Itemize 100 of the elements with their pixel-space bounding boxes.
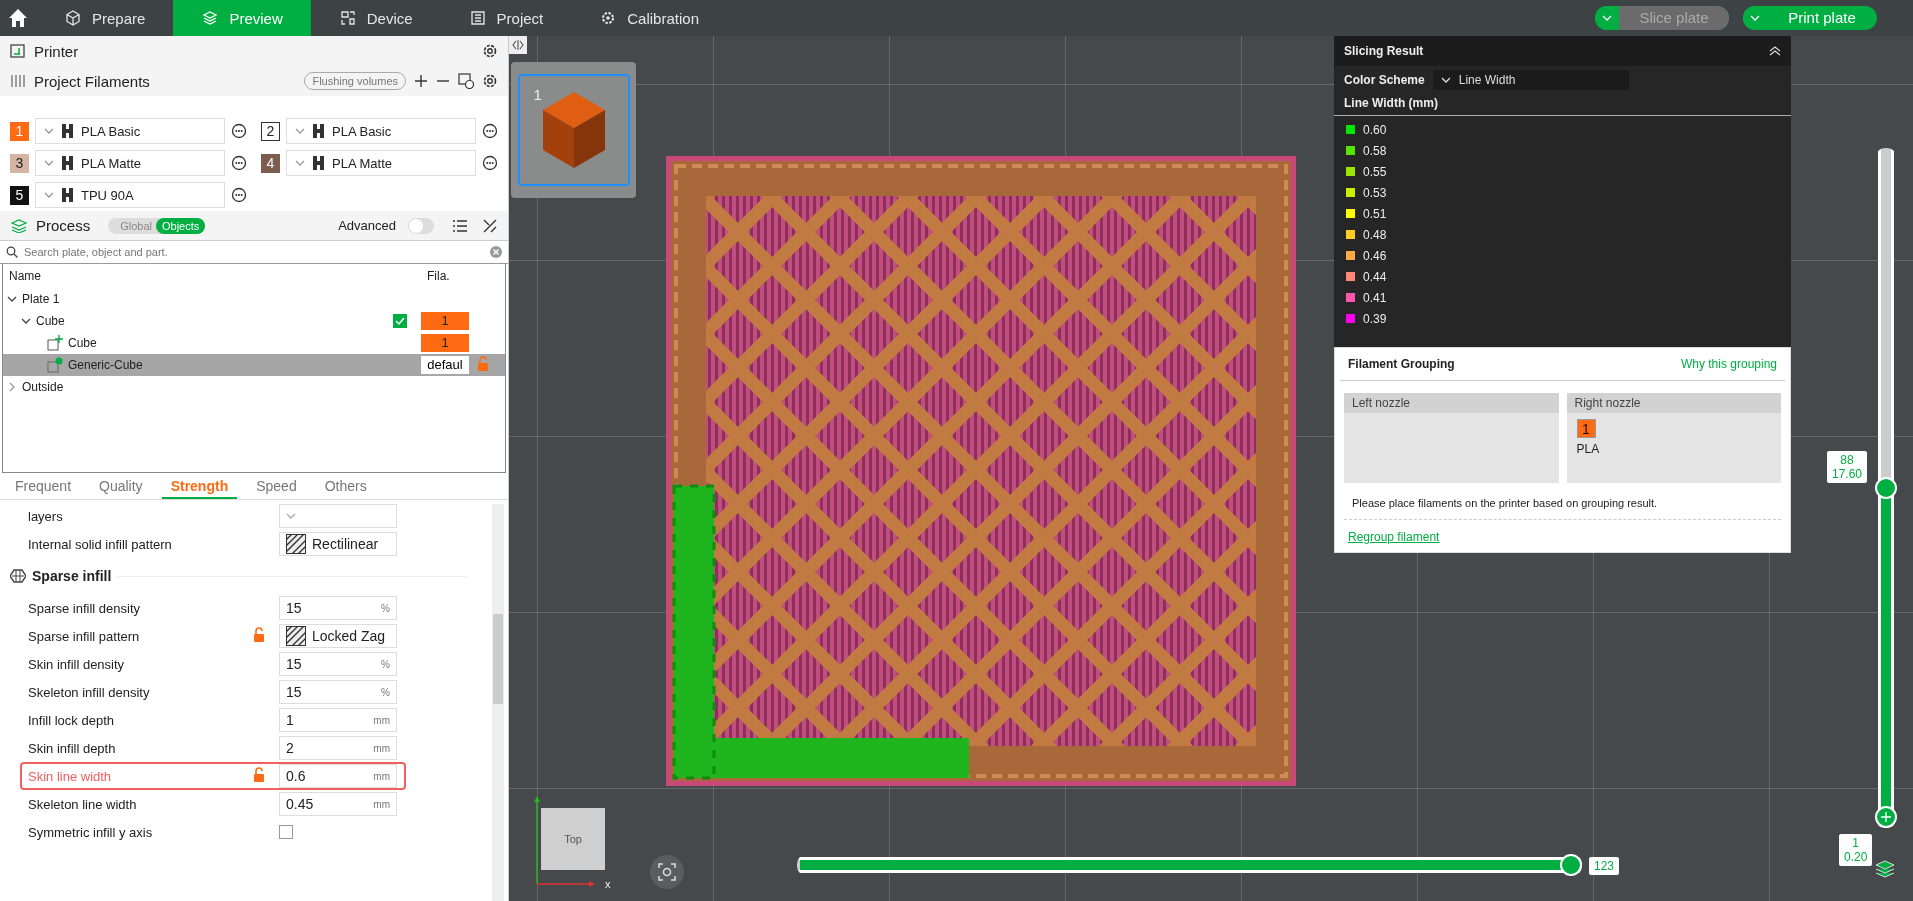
settings-tab[interactable]: Quality [90, 478, 152, 499]
scrollbar[interactable] [492, 504, 504, 901]
search-field[interactable]: Search plate, object and part. [22, 245, 486, 259]
caret-icon [44, 126, 54, 136]
legend-title: Line Width (mm) [1334, 94, 1791, 116]
more-icon[interactable] [231, 155, 247, 171]
filament-number[interactable]: 3 [10, 153, 29, 173]
setting-label: Infill lock depth [28, 712, 115, 728]
unlock-icon[interactable] [253, 767, 265, 782]
collapse-icon[interactable] [1769, 46, 1781, 56]
layer-slider[interactable] [1875, 148, 1897, 828]
more-icon[interactable] [231, 123, 247, 139]
list-icon[interactable] [452, 218, 468, 233]
more-icon[interactable] [231, 187, 247, 203]
view-cube[interactable]: Top [541, 808, 605, 870]
tree-item[interactable]: Outside [22, 380, 64, 394]
checkbox[interactable] [393, 314, 407, 328]
spool-icon [313, 124, 324, 138]
nav-tab[interactable]: Device [310, 0, 441, 36]
number-field[interactable]: 0.6 mm [279, 764, 397, 788]
number-field[interactable]: 15 % [279, 652, 397, 676]
filament-cell[interactable]: defaul [421, 356, 469, 374]
filament-number: 1 [1576, 419, 1596, 438]
number-field[interactable]: 2 mm [279, 736, 397, 760]
nav-tab[interactable]: Prepare [36, 0, 174, 36]
nav-tab[interactable]: Calibration [571, 0, 727, 36]
number-field[interactable]: 15 % [279, 680, 397, 704]
filament-number[interactable]: 5 [10, 185, 29, 205]
nozzle-title: Right nozzle [1566, 393, 1781, 413]
settings-tab[interactable]: Frequent [6, 478, 81, 499]
pattern-dropdown[interactable]: Rectilinear [279, 532, 397, 556]
settings-tab[interactable]: Others [315, 478, 376, 499]
pattern-icon [286, 626, 306, 646]
filament-dropdown[interactable]: PLA Matte [35, 150, 225, 176]
legend-value: 0.44 [1363, 269, 1387, 284]
close-icon[interactable] [490, 246, 502, 258]
caret-icon [1440, 75, 1451, 85]
settings-icon[interactable] [482, 73, 498, 89]
filament-dropdown[interactable]: PLA Basic [286, 118, 476, 144]
printer-icon [10, 43, 26, 59]
spool-icon [62, 156, 73, 170]
number-field[interactable]: 15 % [279, 596, 397, 620]
sync-icon[interactable] [458, 73, 474, 89]
filament-dropdown[interactable]: PLA Matte [286, 150, 476, 176]
number-field[interactable]: 1 mm [279, 708, 397, 732]
caret-icon [44, 190, 54, 200]
toggle-switch[interactable] [408, 217, 434, 234]
filament-dropdown[interactable]: TPU 90A [35, 182, 225, 208]
filament-icon [10, 74, 26, 88]
collapse-sidebar-icon[interactable] [509, 36, 527, 54]
unlock-icon[interactable] [253, 627, 265, 642]
checkbox[interactable] [279, 825, 293, 839]
settings-icon[interactable] [482, 43, 498, 59]
more-icon[interactable] [482, 123, 498, 139]
slider-handle[interactable] [1875, 806, 1897, 828]
caret-icon [44, 158, 54, 168]
caret-icon [295, 126, 305, 136]
pattern-dropdown[interactable]: Locked Zag [279, 624, 397, 648]
search-icon [6, 246, 18, 258]
advanced-label: Advanced [338, 218, 396, 233]
section-title: Project Filaments [34, 72, 150, 90]
tree-item[interactable]: Generic-Cube [68, 358, 143, 372]
infill-icon [10, 569, 26, 583]
layers-icon[interactable] [1874, 860, 1896, 880]
caret-icon [295, 158, 305, 168]
tree-item[interactable]: Cube [68, 336, 97, 350]
filament-dropdown[interactable]: PLA Basic [35, 118, 225, 144]
tree-item[interactable]: Cube [36, 314, 65, 328]
nav-tab[interactable]: Project [440, 0, 572, 36]
filament-number[interactable]: 2 [261, 121, 280, 141]
legend-value: 0.39 [1363, 311, 1387, 326]
color-scheme-dropdown[interactable]: Line Width [1432, 70, 1629, 90]
process-icon [10, 218, 28, 233]
filament-cell[interactable]: 1 [421, 334, 469, 352]
number-field[interactable]: 0.45 mm [279, 792, 397, 816]
slider-handle[interactable] [1560, 854, 1582, 876]
panel-title: Filament Grouping [1348, 357, 1455, 371]
settings-tab[interactable]: Speed [247, 478, 306, 499]
flushing-volumes-button[interactable]: Flushing volumes [304, 72, 406, 90]
more-icon[interactable] [482, 155, 498, 171]
section-title: Process [36, 217, 91, 234]
caret-icon [1750, 13, 1760, 23]
filament-number[interactable]: 4 [261, 153, 280, 173]
legend-value: 0.58 [1363, 143, 1387, 158]
compare-icon[interactable] [482, 217, 498, 234]
legend-value: 0.41 [1363, 290, 1387, 305]
home-icon[interactable] [8, 8, 28, 28]
legend-value: 0.46 [1363, 248, 1387, 263]
color-scheme-label: Color Scheme [1344, 73, 1425, 87]
setting-label: Skin line width [28, 768, 113, 784]
setting-label: Skeleton line width [28, 796, 138, 812]
slider-handle[interactable] [1875, 477, 1897, 499]
recenter-icon[interactable] [649, 854, 685, 890]
tree-item[interactable]: Plate 1 [22, 292, 60, 306]
plus-icon[interactable] [414, 74, 428, 88]
setting-label: Skin infill depth [28, 740, 117, 756]
device-icon [338, 9, 357, 27]
caret-icon [286, 511, 296, 521]
move-slider[interactable] [797, 854, 1582, 876]
filament-cell[interactable]: 1 [421, 312, 469, 330]
